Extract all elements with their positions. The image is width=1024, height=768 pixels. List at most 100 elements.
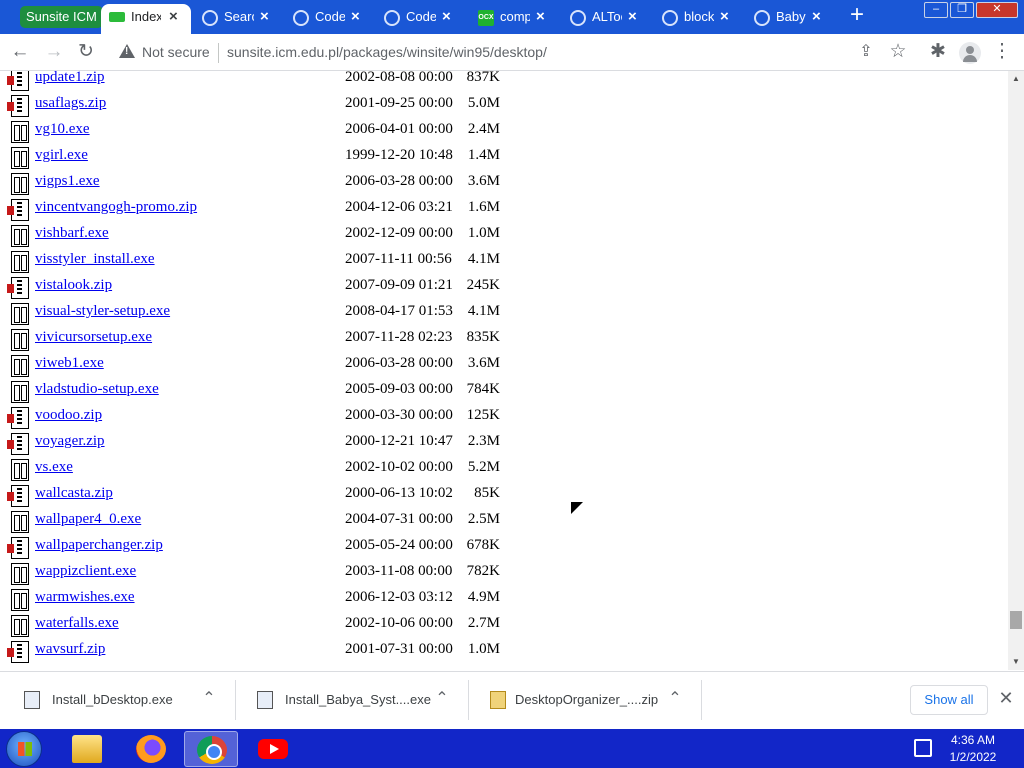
file-link[interactable]: wappizclient.exe — [35, 563, 136, 580]
exe-file-icon — [11, 329, 29, 351]
file-link[interactable]: warmwishes.exe — [35, 589, 135, 606]
file-date: 2002-10-06 00:00 — [345, 615, 453, 631]
download-item[interactable]: DesktopOrganizer_....zip ⌃ — [470, 680, 702, 720]
start-button[interactable] — [6, 731, 42, 767]
tab-comp[interactable]: OCX comp × — [470, 4, 558, 34]
file-link[interactable]: usaflags.zip — [35, 95, 106, 112]
close-icon[interactable]: × — [442, 4, 451, 30]
download-item[interactable]: Install_Babya_Syst....exe ⌃ — [237, 680, 469, 720]
exe-file-icon — [11, 563, 29, 585]
close-icon[interactable]: × — [720, 4, 729, 30]
file-link[interactable]: vishbarf.exe — [35, 225, 109, 242]
file-link[interactable]: voodoo.zip — [35, 407, 102, 424]
exe-file-icon — [11, 459, 29, 481]
exe-file-icon — [11, 225, 29, 247]
file-row: vgirl.exe 1999-12-20 10:48 1.4M — [0, 147, 700, 173]
file-link[interactable]: wallcasta.zip — [35, 485, 113, 502]
file-link[interactable]: update1.zip — [35, 71, 105, 86]
file-link[interactable]: wallpaperchanger.zip — [35, 537, 163, 554]
file-row: wappizclient.exe 2003-11-08 00:00 782K — [0, 563, 700, 589]
file-size: 782K — [466, 563, 500, 579]
file-date: 2001-09-25 00:00 — [345, 95, 453, 111]
close-icon[interactable]: × — [260, 4, 269, 30]
tab-code-2[interactable]: Code × — [376, 4, 464, 34]
tab-code-1[interactable]: Code × — [285, 4, 373, 34]
close-icon[interactable]: × — [536, 4, 545, 30]
extensions-puzzle-icon[interactable]: ✱ — [926, 40, 950, 64]
file-link[interactable]: vistalook.zip — [35, 277, 112, 294]
file-link[interactable]: voyager.zip — [35, 433, 105, 450]
scroll-down-icon[interactable]: ▼ — [1008, 654, 1024, 670]
exe-file-icon — [11, 251, 29, 273]
taskbar-youtube[interactable] — [246, 731, 300, 767]
file-date: 2002-12-09 00:00 — [345, 225, 453, 241]
chevron-up-icon[interactable]: ⌃ — [434, 691, 450, 707]
file-link[interactable]: vladstudio-setup.exe — [35, 381, 159, 398]
file-date: 2000-03-30 00:00 — [345, 407, 453, 423]
tab-babya[interactable]: Babya × — [746, 4, 834, 34]
file-size: 85K — [474, 485, 500, 501]
profile-avatar-icon[interactable] — [959, 42, 981, 64]
share-icon[interactable]: ⇪ — [854, 40, 878, 64]
clock-date[interactable]: 1/2/2022 — [930, 750, 1016, 764]
file-row: vladstudio-setup.exe 2005-09-03 00:00 784K — [0, 381, 700, 407]
tab-altools[interactable]: ALTools × — [562, 4, 650, 34]
file-link[interactable]: visual-styler-setup.exe — [35, 303, 170, 320]
file-link[interactable]: visstyler_install.exe — [35, 251, 155, 268]
scrollbar-thumb[interactable] — [1010, 611, 1022, 629]
close-icon[interactable]: ✕ — [996, 688, 1016, 708]
file-row: voodoo.zip 2000-03-30 00:00 125K — [0, 407, 700, 433]
file-link[interactable]: wavsurf.zip — [35, 641, 105, 658]
show-all-downloads-button[interactable]: Show all — [910, 685, 988, 715]
taskbar-chrome[interactable] — [184, 731, 238, 767]
close-icon[interactable]: × — [812, 4, 821, 30]
bookmark-star-icon[interactable]: ☆ — [886, 40, 910, 64]
tab-index[interactable]: Index × — [101, 4, 191, 34]
file-size: 3.6M — [467, 355, 500, 371]
tab-title: comp — [500, 9, 530, 24]
chevron-up-icon[interactable]: ⌃ — [667, 691, 683, 707]
minimize-button[interactable]: – — [924, 2, 948, 18]
file-row: vigps1.exe 2006-03-28 00:00 3.6M — [0, 173, 700, 199]
chevron-up-icon[interactable]: ⌃ — [201, 691, 217, 707]
reload-icon[interactable]: ↻ — [74, 40, 98, 64]
new-tab-button[interactable]: + — [846, 3, 868, 28]
file-row: viweb1.exe 2006-03-28 00:00 3.6M — [0, 355, 700, 381]
file-link[interactable]: wallpaper4_0.exe — [35, 511, 141, 528]
file-row: vistalook.zip 2007-09-09 01:21 245K — [0, 277, 700, 303]
tab-search[interactable]: Search × — [194, 4, 282, 34]
file-size: 1.6M — [467, 199, 500, 215]
close-icon[interactable]: × — [628, 4, 637, 30]
back-arrow-icon[interactable]: ← — [8, 40, 32, 64]
tab-block[interactable]: block × — [654, 4, 742, 34]
file-link[interactable]: vg10.exe — [35, 121, 90, 138]
close-icon[interactable]: × — [169, 4, 178, 30]
address-bar-url[interactable]: sunsite.icm.edu.pl/packages/winsite/win9… — [227, 44, 547, 60]
close-window-button[interactable]: ✕ — [976, 2, 1018, 18]
file-link[interactable]: vs.exe — [35, 459, 73, 476]
file-row: vishbarf.exe 2002-12-09 00:00 1.0M — [0, 225, 700, 251]
scroll-up-icon[interactable]: ▲ — [1008, 71, 1024, 87]
file-date: 2005-05-24 00:00 — [345, 537, 453, 553]
taskbar-firefox[interactable] — [124, 731, 178, 767]
zip-file-icon — [7, 485, 29, 507]
file-link[interactable]: vigps1.exe — [35, 173, 100, 190]
firefox-icon — [136, 735, 166, 763]
taskbar-file-explorer[interactable] — [60, 731, 114, 767]
download-item[interactable]: Install_bDesktop.exe ⌃ — [4, 680, 236, 720]
file-link[interactable]: vgirl.exe — [35, 147, 88, 164]
tab-group-chip[interactable]: Sunsite ICM — [20, 6, 103, 28]
file-link[interactable]: vincentvangogh-promo.zip — [35, 199, 197, 216]
file-link[interactable]: vivicursorsetup.exe — [35, 329, 152, 346]
vertical-scrollbar[interactable]: ▲ ▼ — [1008, 71, 1024, 670]
file-date: 2007-11-28 02:23 — [345, 329, 453, 345]
file-link[interactable]: viweb1.exe — [35, 355, 104, 372]
clock-time[interactable]: 4:36 AM — [930, 733, 1016, 747]
warning-icon[interactable] — [119, 44, 135, 58]
restore-button[interactable]: ❐ — [950, 2, 974, 18]
file-link[interactable]: waterfalls.exe — [35, 615, 119, 632]
security-label[interactable]: Not secure — [142, 44, 210, 60]
close-icon[interactable]: × — [351, 4, 360, 30]
kebab-menu-icon[interactable]: ⋮ — [990, 40, 1014, 64]
forward-arrow-icon[interactable]: → — [42, 40, 66, 64]
